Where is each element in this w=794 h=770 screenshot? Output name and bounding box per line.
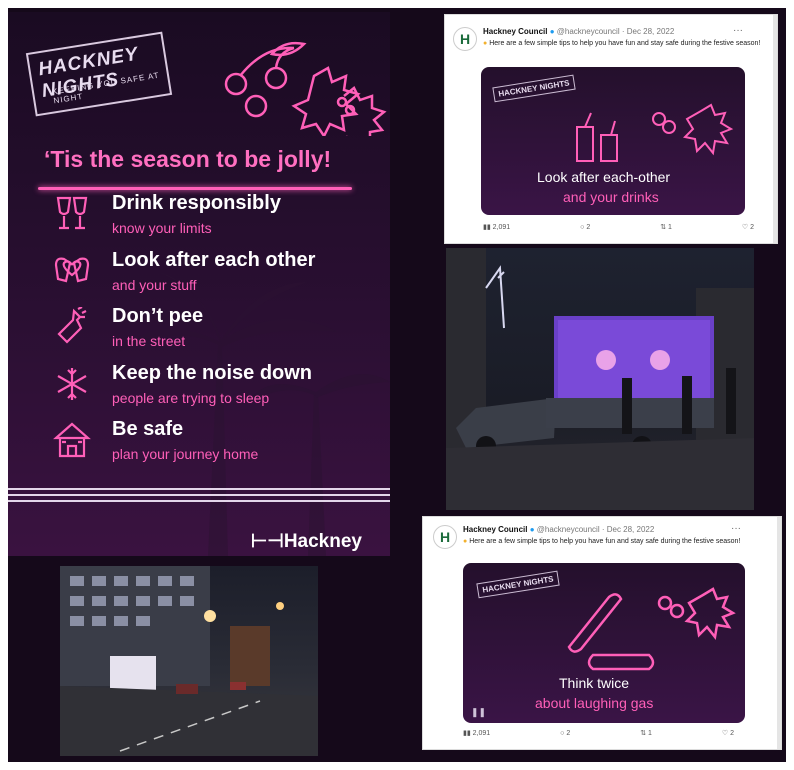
poster: HACKNEY NIGHTS KEEPING YOU SAFE AT NIGHT… xyxy=(8,12,390,556)
tip-drink-responsibly: Drink responsibly know your limits xyxy=(48,192,378,244)
media-subtitle: about laughing gas xyxy=(535,695,654,711)
reply-button[interactable]: ○ 2 xyxy=(580,224,624,231)
h-mark-icon: ⊢⊣ xyxy=(250,531,284,552)
tweet-media[interactable]: HACKNEY NIGHTS Look after each-other and… xyxy=(481,67,745,215)
champagne-glasses-icon xyxy=(56,196,88,230)
retweet-button[interactable]: ⇅ 1 xyxy=(660,224,706,231)
tweet-text: ● Here are a few simple tips to help you… xyxy=(483,40,761,47)
tweet-author[interactable]: Hackney Council ● @hackneycouncil · Dec … xyxy=(483,27,674,36)
mini-hackney-nights-logo: HACKNEY NIGHTS xyxy=(476,570,560,599)
tip-subtitle: people are trying to sleep xyxy=(112,390,270,406)
brand-name: Hackney xyxy=(283,531,362,552)
author-name[interactable]: Hackney Council xyxy=(483,27,547,36)
hackney-avatar[interactable]: H xyxy=(433,525,457,549)
hackney-avatar[interactable]: H xyxy=(453,27,477,51)
more-options-icon[interactable]: ··· xyxy=(733,25,743,36)
views-button[interactable]: ▮▮ 2,091 xyxy=(463,730,524,737)
mini-hackney-nights-logo: HACKNEY NIGHTS xyxy=(492,74,576,103)
emoji-icon: ● xyxy=(463,538,468,545)
author-name[interactable]: Hackney Council xyxy=(463,525,527,534)
tip-title: Don’t pee xyxy=(112,305,204,327)
tweet-actions: ▮▮ 2,091 ○ 2 ⇅ 1 ♡ 2 ⇪ xyxy=(483,223,777,231)
avatar-h-icon: H xyxy=(459,31,471,47)
tip-subtitle: and your stuff xyxy=(112,277,197,293)
more-options-icon[interactable]: ··· xyxy=(731,523,741,534)
gingerbread-house-icon xyxy=(53,422,91,458)
van-scene-illustration xyxy=(446,248,754,510)
verified-badge-icon: ● xyxy=(549,27,555,36)
avatar-h-icon: H xyxy=(439,529,451,545)
tip-title: Be safe xyxy=(112,418,184,440)
media-title: Think twice xyxy=(559,675,630,691)
tip-subtitle: know your limits xyxy=(112,220,212,236)
tip-title: Drink responsibly xyxy=(112,192,281,214)
advertising-van-photo xyxy=(446,248,754,510)
tweet-author[interactable]: Hackney Council ● @hackneycouncil · Dec … xyxy=(463,525,654,534)
tweet-text: ● Here are a few simple tips to help you… xyxy=(463,538,741,545)
author-handle: @hackneycouncil · Dec 28, 2022 xyxy=(536,525,655,534)
tip-dont-pee: Don’t pee in the street xyxy=(48,305,378,357)
emoji-icon: ● xyxy=(483,40,488,47)
verified-badge-icon: ● xyxy=(529,525,535,534)
bottle-icon xyxy=(57,307,87,344)
views-button[interactable]: ▮▮ 2,091 xyxy=(483,224,544,231)
street-scene-illustration xyxy=(60,566,318,756)
media-title: Look after each-other xyxy=(537,169,671,185)
tip-title: Look after each other xyxy=(112,249,316,271)
tweet-card-2[interactable]: H Hackney Council ● @hackneycouncil · De… xyxy=(422,516,782,750)
media-subtitle: and your drinks xyxy=(563,189,659,205)
heading-divider xyxy=(38,187,352,190)
tweet-actions: ▮▮ 2,091 ○ 2 ⇅ 1 ♡ 2 ⇪ xyxy=(463,729,781,737)
sidebar-edge xyxy=(773,15,777,243)
author-handle: @hackneycouncil · Dec 28, 2022 xyxy=(556,27,675,36)
reply-button[interactable]: ○ 2 xyxy=(560,730,604,737)
poster-stripes xyxy=(8,488,390,506)
drinks-holly-icon xyxy=(576,103,734,162)
snowflake-icon xyxy=(57,368,87,400)
tweet-video[interactable]: HACKNEY NIGHTS Think twice about laughin… xyxy=(463,563,745,723)
tweet-card-1[interactable]: H Hackney Council ● @hackneycouncil · De… xyxy=(444,14,778,244)
like-button[interactable]: ♡ 2 xyxy=(722,730,768,737)
poster-heading: ‘Tis the season to be jolly! xyxy=(44,146,332,172)
tip-subtitle: in the street xyxy=(112,333,186,349)
tip-subtitle: plan your journey home xyxy=(112,446,259,462)
street-photo xyxy=(60,566,318,756)
retweet-button[interactable]: ⇅ 1 xyxy=(640,730,686,737)
tip-look-after: Look after each other and your stuff xyxy=(48,249,378,301)
tip-noise-down: Keep the noise down people are trying to… xyxy=(48,362,378,414)
berries-holly-icon xyxy=(224,41,387,136)
play-pause-icon[interactable]: ❚❚ xyxy=(471,707,486,718)
hackney-brand: ⊢⊣Hackney xyxy=(251,530,362,553)
mittens-heart-icon xyxy=(54,257,90,283)
tip-title: Keep the noise down xyxy=(112,362,313,384)
sidebar-edge xyxy=(777,517,781,749)
tip-be-safe: Be safe plan your journey home xyxy=(48,418,378,470)
gas-canisters-holly-icon xyxy=(567,587,736,671)
